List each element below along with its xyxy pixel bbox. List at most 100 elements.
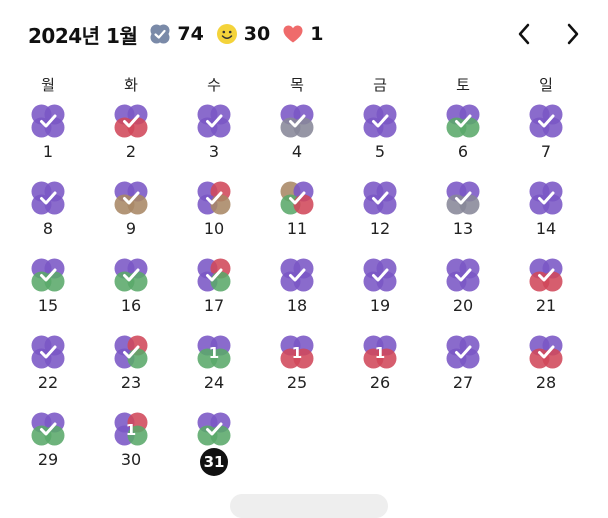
clover-icon bbox=[31, 335, 65, 369]
day-cell[interactable]: 11 bbox=[267, 181, 327, 251]
clover-icon bbox=[197, 181, 231, 215]
clover-petal bbox=[293, 117, 314, 138]
day-cell[interactable]: 31 bbox=[184, 412, 244, 482]
clover-icon bbox=[529, 258, 563, 292]
clover-petal bbox=[293, 271, 314, 292]
day-number: 11 bbox=[286, 219, 308, 238]
clover-icon bbox=[280, 258, 314, 292]
clover-icon bbox=[446, 335, 480, 369]
day-cell[interactable]: 9 bbox=[101, 181, 161, 251]
clover-icon bbox=[529, 104, 563, 138]
day-number: 12 bbox=[369, 219, 391, 238]
clover-icon bbox=[114, 258, 148, 292]
day-cell[interactable]: 27 bbox=[433, 335, 493, 405]
count-mark: 1 bbox=[126, 421, 136, 439]
day-cell[interactable]: 1 24 bbox=[184, 335, 244, 405]
day-number: 8 bbox=[42, 219, 54, 238]
clover-icon bbox=[197, 104, 231, 138]
clover-petal bbox=[210, 117, 231, 138]
day-cell[interactable]: 10 bbox=[184, 181, 244, 251]
day-number: 30 bbox=[120, 450, 142, 469]
day-number: 14 bbox=[535, 219, 557, 238]
day-number: 4 bbox=[291, 142, 303, 161]
day-number: 24 bbox=[203, 373, 225, 392]
day-number: 6 bbox=[457, 142, 469, 161]
day-number: 9 bbox=[125, 219, 137, 238]
clover-petal bbox=[127, 271, 148, 292]
day-number: 10 bbox=[203, 219, 225, 238]
day-number: 28 bbox=[535, 373, 557, 392]
bottom-sheet-handle[interactable] bbox=[230, 494, 388, 518]
clover-petal bbox=[459, 117, 480, 138]
day-cell[interactable]: 6 bbox=[433, 104, 493, 174]
clover-petal bbox=[127, 194, 148, 215]
clover-petal bbox=[459, 194, 480, 215]
clover-icon bbox=[446, 181, 480, 215]
day-cell[interactable]: 14 bbox=[516, 181, 576, 251]
day-number: 5 bbox=[374, 142, 386, 161]
day-cell[interactable]: 12 bbox=[350, 181, 410, 251]
count-mark: 1 bbox=[209, 344, 219, 362]
day-cell[interactable]: 15 bbox=[18, 258, 78, 328]
day-cell[interactable]: 13 bbox=[433, 181, 493, 251]
clover-icon bbox=[363, 181, 397, 215]
day-number: 29 bbox=[37, 450, 59, 469]
clover-petal bbox=[127, 348, 148, 369]
clover-icon bbox=[197, 258, 231, 292]
day-cell[interactable]: 1 30 bbox=[101, 412, 161, 482]
clover-petal bbox=[542, 194, 563, 215]
day-number: 25 bbox=[286, 373, 308, 392]
clover-icon bbox=[446, 104, 480, 138]
clover-petal bbox=[376, 194, 397, 215]
day-number: 1 bbox=[42, 142, 54, 161]
clover-icon bbox=[363, 104, 397, 138]
day-cell[interactable]: 1 bbox=[18, 104, 78, 174]
day-cell[interactable]: 2 bbox=[101, 104, 161, 174]
day-cell[interactable]: 3 bbox=[184, 104, 244, 174]
day-cell[interactable]: 21 bbox=[516, 258, 576, 328]
clover-icon bbox=[529, 335, 563, 369]
day-cell[interactable]: 17 bbox=[184, 258, 244, 328]
day-number: 26 bbox=[369, 373, 391, 392]
day-number: 15 bbox=[37, 296, 59, 315]
day-cell[interactable]: 8 bbox=[18, 181, 78, 251]
day-number: 27 bbox=[452, 373, 474, 392]
clover-petal bbox=[293, 194, 314, 215]
day-cell[interactable]: 7 bbox=[516, 104, 576, 174]
day-cell[interactable]: 5 bbox=[350, 104, 410, 174]
day-cell[interactable]: 18 bbox=[267, 258, 327, 328]
day-cell[interactable]: 19 bbox=[350, 258, 410, 328]
clover-petal bbox=[542, 348, 563, 369]
clover-icon bbox=[31, 258, 65, 292]
day-cell[interactable]: 29 bbox=[18, 412, 78, 482]
clover-petal bbox=[44, 117, 65, 138]
day-number: 7 bbox=[540, 142, 552, 161]
clover-icon bbox=[31, 104, 65, 138]
clover-petal bbox=[459, 348, 480, 369]
day-number: 22 bbox=[37, 373, 59, 392]
count-mark: 1 bbox=[292, 344, 302, 362]
day-cell[interactable]: 1 26 bbox=[350, 335, 410, 405]
day-cell[interactable]: 1 25 bbox=[267, 335, 327, 405]
day-number: 19 bbox=[369, 296, 391, 315]
clover-icon bbox=[280, 104, 314, 138]
calendar-grid: 1 2 3 4 5 6 7 8 9 10 11 12 13 14 15 16 17 18 19 20 21 22 23 1 24… bbox=[0, 0, 608, 502]
day-cell[interactable]: 4 bbox=[267, 104, 327, 174]
day-cell[interactable]: 20 bbox=[433, 258, 493, 328]
day-number: 16 bbox=[120, 296, 142, 315]
clover-icon bbox=[31, 181, 65, 215]
day-number: 21 bbox=[535, 296, 557, 315]
clover-icon: 1 bbox=[197, 335, 231, 369]
day-cell[interactable]: 28 bbox=[516, 335, 576, 405]
clover-icon: 1 bbox=[114, 412, 148, 446]
day-number: 13 bbox=[452, 219, 474, 238]
clover-petal bbox=[210, 425, 231, 446]
day-cell[interactable]: 23 bbox=[101, 335, 161, 405]
clover-icon bbox=[114, 104, 148, 138]
day-cell[interactable]: 22 bbox=[18, 335, 78, 405]
clover-petal bbox=[210, 194, 231, 215]
clover-petal bbox=[44, 194, 65, 215]
clover-petal bbox=[542, 271, 563, 292]
day-cell[interactable]: 16 bbox=[101, 258, 161, 328]
day-number: 2 bbox=[125, 142, 137, 161]
